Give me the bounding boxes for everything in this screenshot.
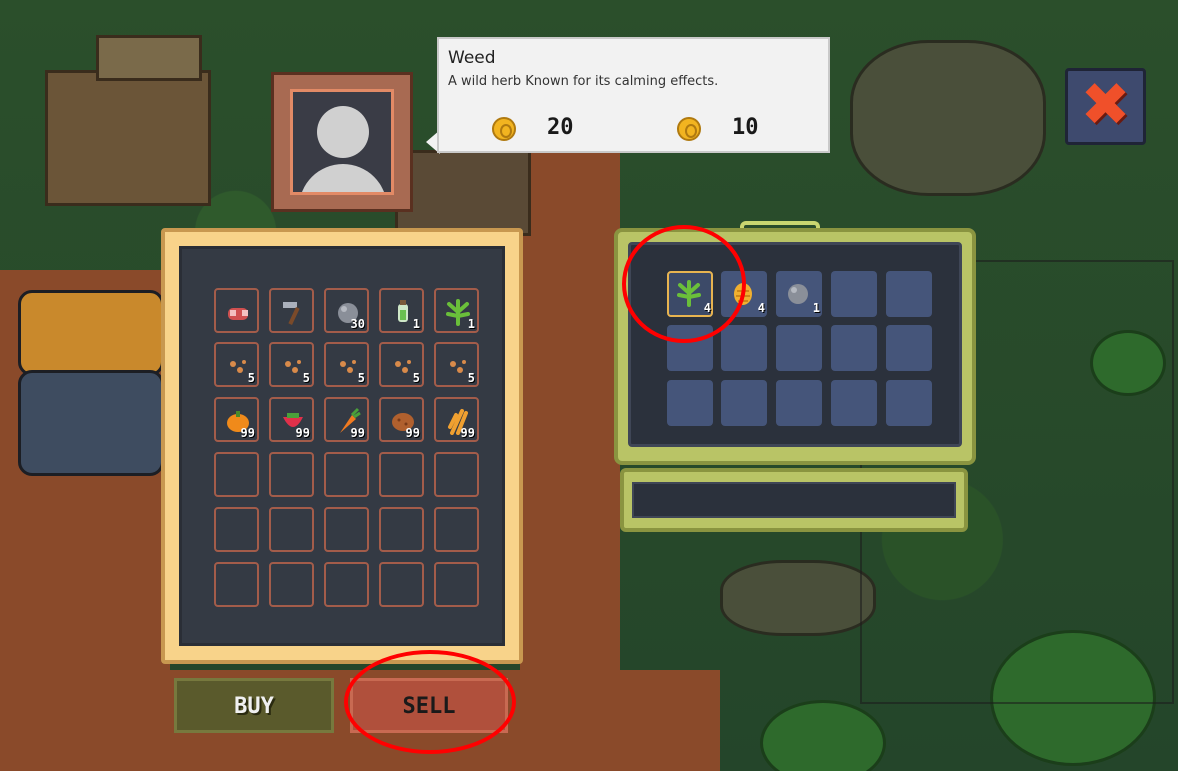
- hammer-icon: [279, 298, 307, 326]
- item-count: 5: [467, 371, 475, 385]
- rusty-car: [18, 290, 164, 376]
- inventory-slot[interactable]: [831, 325, 877, 371]
- shop-slot[interactable]: 1: [379, 288, 424, 333]
- shop-grid: 30 1 1 5 5 5 5 5 99 99 99 99 99: [179, 246, 505, 646]
- shop-slot[interactable]: [324, 452, 369, 497]
- item-count: 1: [412, 317, 420, 331]
- item-count: 4: [757, 301, 765, 315]
- shop-slot[interactable]: [214, 507, 259, 552]
- inventory-slot[interactable]: [776, 380, 822, 426]
- inventory-slot[interactable]: [667, 380, 713, 426]
- gold-coin-icon: [492, 117, 516, 141]
- tooltip-title: Weed: [448, 48, 496, 68]
- shop-slot[interactable]: [214, 288, 259, 333]
- shop-panel: 30 1 1 5 5 5 5 5 99 99 99 99 99: [161, 228, 523, 664]
- inventory-footer-bar: [632, 482, 956, 518]
- shack-roof: [96, 35, 202, 81]
- shop-slot[interactable]: [324, 562, 369, 607]
- rubble-pile: [850, 40, 1046, 196]
- shop-slot[interactable]: 5: [434, 342, 479, 387]
- buy-button[interactable]: BUY: [174, 678, 334, 733]
- item-tooltip: Weed A wild herb Known for its calming e…: [437, 37, 830, 153]
- shop-slot[interactable]: [214, 562, 259, 607]
- buy-button-label: BUY: [234, 694, 274, 719]
- meat-icon: [224, 298, 252, 326]
- shop-slot[interactable]: [214, 452, 259, 497]
- item-count: 5: [357, 371, 365, 385]
- shop-slot[interactable]: [379, 562, 424, 607]
- item-count: 99: [295, 426, 310, 440]
- buy-price: 20: [547, 115, 574, 140]
- shop-slot[interactable]: 99: [269, 397, 314, 442]
- highlight-circle-weed: [622, 225, 746, 343]
- shop-slot[interactable]: [434, 452, 479, 497]
- item-count: 99: [405, 426, 420, 440]
- highlight-circle-sell: [344, 650, 516, 754]
- shop-slot[interactable]: 5: [379, 342, 424, 387]
- item-count: 99: [240, 426, 255, 440]
- shop-slot[interactable]: [269, 507, 314, 552]
- shop-slot[interactable]: [269, 288, 314, 333]
- shop-slot[interactable]: [379, 507, 424, 552]
- item-count: 1: [812, 301, 820, 315]
- item-count: 5: [247, 371, 255, 385]
- avatar-body-icon: [299, 164, 387, 192]
- shop-slot[interactable]: 5: [269, 342, 314, 387]
- inventory-slot[interactable]: [721, 380, 767, 426]
- close-icon: ✖: [1080, 70, 1131, 140]
- item-count: 1: [467, 317, 475, 331]
- portrait-placeholder: [290, 89, 394, 195]
- shop-slot[interactable]: [379, 452, 424, 497]
- shop-slot[interactable]: 5: [324, 342, 369, 387]
- inventory-slot[interactable]: [886, 325, 932, 371]
- shop-slot[interactable]: [434, 562, 479, 607]
- shop-slot[interactable]: [269, 562, 314, 607]
- shop-slot[interactable]: 99: [434, 397, 479, 442]
- shack-building: [45, 70, 211, 206]
- inventory-footer: [620, 468, 968, 532]
- inventory-slot[interactable]: [886, 380, 932, 426]
- shed-building: [395, 150, 531, 236]
- rubble-pile-small: [720, 560, 876, 636]
- shop-slot[interactable]: 99: [379, 397, 424, 442]
- shop-slot[interactable]: [269, 452, 314, 497]
- inventory-slot[interactable]: [831, 271, 877, 317]
- shop-slot[interactable]: 99: [214, 397, 259, 442]
- avatar-head-icon: [317, 106, 369, 158]
- inventory-slot[interactable]: [831, 380, 877, 426]
- shop-slot[interactable]: 1: [434, 288, 479, 333]
- inventory-slot[interactable]: [721, 325, 767, 371]
- close-button[interactable]: ✖: [1065, 68, 1146, 145]
- character-portrait: [271, 72, 413, 212]
- item-count: 5: [302, 371, 310, 385]
- wrecked-car: [18, 370, 164, 476]
- item-count: 99: [460, 426, 475, 440]
- shop-slot[interactable]: 5: [214, 342, 259, 387]
- gold-coin-icon: [677, 117, 701, 141]
- item-count: 5: [412, 371, 420, 385]
- shop-slot[interactable]: 99: [324, 397, 369, 442]
- item-count: 99: [350, 426, 365, 440]
- shop-slot[interactable]: 30: [324, 288, 369, 333]
- shop-slot[interactable]: [434, 507, 479, 552]
- inventory-slot[interactable]: 1: [776, 271, 822, 317]
- inventory-slot[interactable]: [886, 271, 932, 317]
- inventory-slot[interactable]: [776, 325, 822, 371]
- sell-price: 10: [732, 115, 759, 140]
- stone-icon: [784, 279, 812, 307]
- shop-slot[interactable]: [324, 507, 369, 552]
- item-count: 30: [350, 317, 365, 331]
- tooltip-description: A wild herb Known for its calming effect…: [448, 74, 719, 89]
